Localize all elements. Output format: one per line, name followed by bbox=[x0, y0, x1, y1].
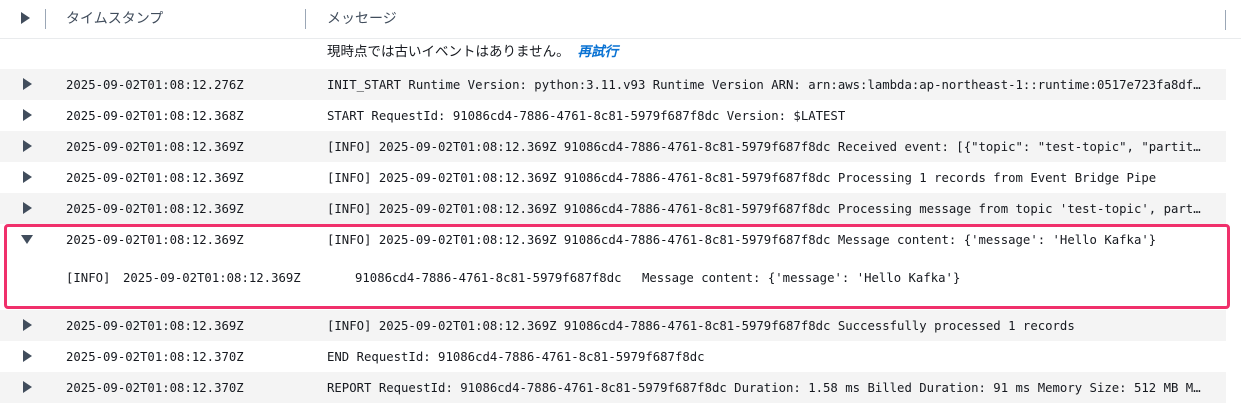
log-row[interactable]: 2025-09-02T01:08:12.369Z [INFO] 2025-09-… bbox=[0, 162, 1226, 193]
log-table-header: タイムスタンプ メッセージ bbox=[0, 0, 1241, 39]
log-timestamp: 2025-09-02T01:08:12.370Z bbox=[66, 381, 244, 395]
log-row[interactable]: 2025-09-02T01:08:12.368Z START RequestId… bbox=[0, 100, 1226, 131]
log-message: [INFO] 2025-09-02T01:08:12.369Z 91086cd4… bbox=[327, 319, 1075, 333]
expand-row-icon[interactable] bbox=[23, 109, 32, 121]
message-column-header[interactable]: メッセージ bbox=[327, 9, 397, 29]
expand-row-icon[interactable] bbox=[23, 202, 32, 214]
expand-row-icon[interactable] bbox=[23, 319, 32, 331]
log-message: [INFO] 2025-09-02T01:08:12.369Z 91086cd4… bbox=[327, 171, 1157, 185]
log-timestamp: 2025-09-02T01:08:12.369Z bbox=[66, 319, 244, 333]
log-message: START RequestId: 91086cd4-7886-4761-8c81… bbox=[327, 109, 846, 123]
log-row[interactable]: 2025-09-02T01:08:12.276Z INIT_START Runt… bbox=[0, 69, 1226, 100]
log-timestamp: 2025-09-02T01:08:12.276Z bbox=[66, 78, 244, 92]
log-message: INIT_START Runtime Version: python:3.11.… bbox=[327, 78, 1207, 92]
column-divider[interactable] bbox=[45, 9, 46, 29]
log-timestamp: 2025-09-02T01:08:12.369Z bbox=[66, 171, 244, 185]
log-row[interactable]: 2025-09-02T01:08:12.369Z [INFO] 2025-09-… bbox=[0, 131, 1226, 162]
log-message: [INFO] 2025-09-02T01:08:12.369Z 91086cd4… bbox=[327, 140, 1207, 154]
log-timestamp: 2025-09-02T01:08:12.370Z bbox=[66, 350, 244, 364]
highlight-frame bbox=[4, 224, 1230, 309]
expand-row-icon[interactable] bbox=[23, 140, 32, 152]
log-message: END RequestId: 91086cd4-7886-4761-8c81-5… bbox=[327, 350, 705, 364]
log-timestamp: 2025-09-02T01:08:12.368Z bbox=[66, 109, 244, 123]
expand-row-icon[interactable] bbox=[23, 350, 32, 362]
notice-text: 現時点では古いイベントはありません。 bbox=[327, 44, 570, 60]
retry-link[interactable]: 再試行 bbox=[578, 44, 619, 60]
no-older-events-notice: 現時点では古いイベントはありません。 再試行 bbox=[327, 42, 618, 62]
column-divider[interactable] bbox=[1225, 10, 1226, 30]
log-timestamp: 2025-09-02T01:08:12.369Z bbox=[66, 140, 244, 154]
expand-all-icon[interactable] bbox=[21, 12, 30, 24]
expand-row-icon[interactable] bbox=[23, 78, 32, 90]
log-row[interactable]: 2025-09-02T01:08:12.370Z END RequestId: … bbox=[0, 341, 1226, 372]
expand-row-icon[interactable] bbox=[23, 171, 32, 183]
expand-row-icon[interactable] bbox=[23, 381, 32, 393]
log-message: REPORT RequestId: 91086cd4-7886-4761-8c8… bbox=[327, 381, 1207, 395]
timestamp-column-header[interactable]: タイムスタンプ bbox=[66, 9, 163, 29]
log-row[interactable]: 2025-09-02T01:08:12.369Z [INFO] 2025-09-… bbox=[0, 193, 1226, 224]
log-row[interactable]: 2025-09-02T01:08:12.370Z REPORT RequestI… bbox=[0, 372, 1226, 403]
log-timestamp: 2025-09-02T01:08:12.369Z bbox=[66, 202, 244, 216]
log-message: [INFO] 2025-09-02T01:08:12.369Z 91086cd4… bbox=[327, 202, 1207, 216]
column-divider[interactable] bbox=[305, 9, 306, 29]
log-row[interactable]: 2025-09-02T01:08:12.369Z [INFO] 2025-09-… bbox=[0, 310, 1226, 341]
